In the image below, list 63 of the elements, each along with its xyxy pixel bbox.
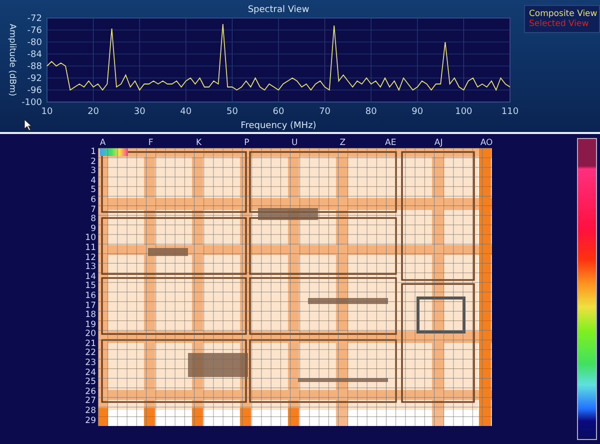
axis-tick-label: 80 [365,107,377,117]
column-label: A [100,139,106,148]
row-label: 27 [85,397,97,406]
chart-title: Spectral View [248,5,310,15]
column-label: K [196,139,202,148]
row-label: 28 [85,407,97,416]
axis-title: Amplitude (dBm) [7,24,17,96]
row-label: 4 [90,176,97,186]
row-label: 26 [85,388,97,397]
legend-item: Selected View [529,19,590,29]
axis-tick-label: 70 [319,107,331,117]
column-label: AJ [434,139,443,148]
column-label: Z [340,139,346,148]
axis-tick-label: -80 [27,38,42,48]
row-label: 11 [85,244,97,254]
column-label: AO [480,139,493,148]
row-label: 1 [90,148,97,158]
row-label: 9 [90,224,97,234]
row-label: 10 [85,234,97,244]
column-label: P [244,139,250,148]
column-label: AE [385,139,396,148]
axis-tick-label: 50 [226,107,238,117]
row-label: 29 [85,416,97,426]
mouse-pointer-icon [24,119,32,131]
axis-tick-label: -88 [27,62,42,72]
axis-tick-label: 60 [272,107,284,117]
axis-tick-label: -100 [22,98,42,108]
axis-tick-label: 40 [180,107,192,117]
row-label: 13 [85,263,97,272]
axis-tick-label: -76 [27,26,42,36]
axis-tick-label: 30 [134,107,146,117]
row-label: 19 [85,320,97,330]
row-label: 3 [90,167,97,176]
row-label: 7 [90,206,97,215]
axis-tick-label: -72 [27,14,42,24]
axis-tick-label: 90 [412,107,424,117]
axis-tick-label: -96 [27,86,42,96]
row-label: 14 [85,272,97,282]
axis-tick-label: 20 [88,107,100,117]
axis-title: Frequency (MHz) [240,121,316,131]
axis-tick-label: -84 [27,50,42,60]
row-label: 25 [85,378,97,388]
axis-tick-label: 110 [501,107,519,117]
axis-tick-label: 100 [455,107,472,117]
row-label: 16 [85,292,97,302]
axis-tick-label: -92 [27,74,42,84]
row-label: 6 [90,196,97,206]
row-label: 23 [85,359,97,368]
axis-tick-label: 10 [41,107,53,117]
row-label: 12 [85,254,97,263]
row-label: 17 [85,302,97,310]
row-label: 20 [85,330,97,340]
row-label: 5 [90,186,97,196]
row-label: 18 [85,311,97,320]
row-label: 2 [90,158,97,167]
row-label: 15 [85,282,97,292]
column-label: U [292,139,298,148]
legend-item: Composite View [529,9,595,19]
column-label: F [148,139,154,148]
row-label: 21 [85,340,97,349]
row-label: 8 [90,215,97,224]
row-label: 22 [85,349,97,358]
row-label: 24 [85,368,97,378]
